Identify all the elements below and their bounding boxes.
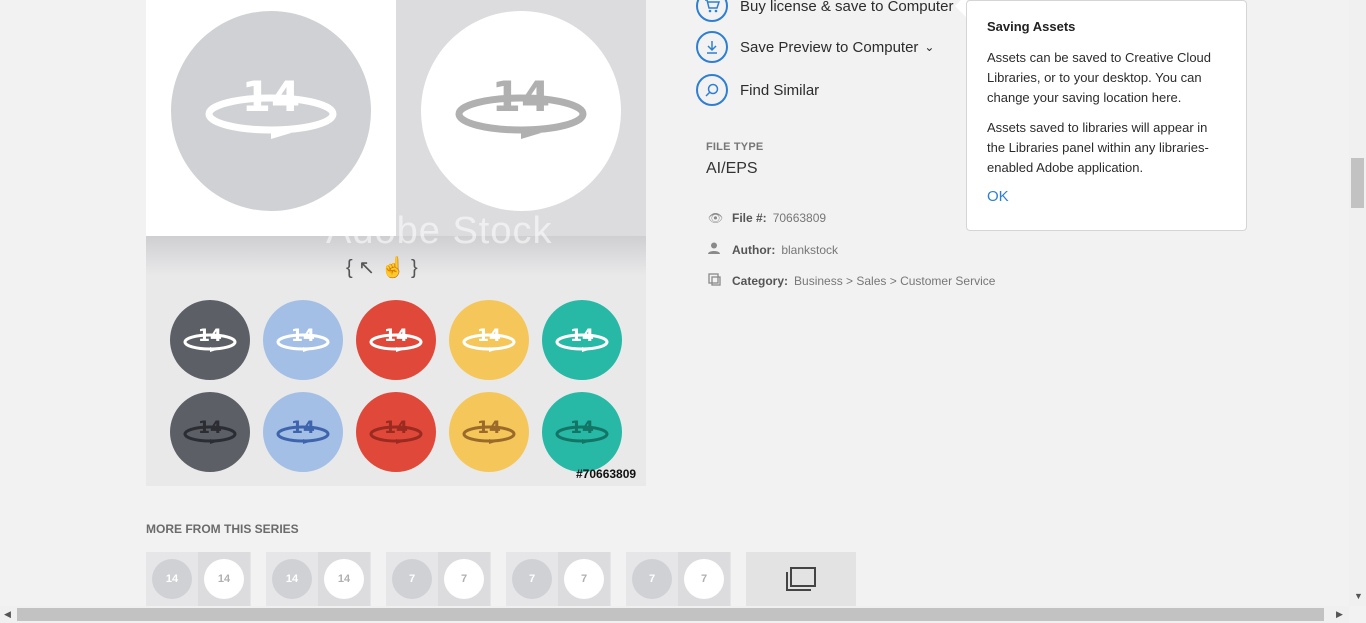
save-preview-button[interactable]: Save Preview to Computer ⌄	[696, 29, 934, 65]
category-label: Category:	[732, 274, 789, 288]
file-type-value: AI/EPS	[706, 160, 758, 177]
colored-icon-swatch: 14	[170, 392, 250, 472]
more-from-series-heading: MORE FROM THIS SERIES	[146, 522, 299, 536]
large-icon-grey: 14	[171, 11, 371, 211]
asset-preview-image[interactable]: 14 14 Adobe Stock { ↖ ☝ } 14 14 14 14 14 14 14…	[146, 0, 646, 486]
tooltip-ok-button[interactable]: OK	[987, 188, 1226, 205]
colored-icon-swatch: 14	[356, 392, 436, 472]
category-row: Category: Business > Sales > Customer Se…	[708, 273, 995, 289]
saving-assets-tooltip: Saving Assets Assets can be saved to Cre…	[966, 0, 1247, 231]
author-link[interactable]: blankstock	[781, 243, 838, 257]
file-number-value: 70663809	[772, 211, 827, 225]
scroll-down-arrow[interactable]: ▼	[1354, 591, 1363, 601]
chevron-down-icon: ⌄	[924, 40, 935, 54]
vertical-scrollbar[interactable]	[1349, 0, 1366, 606]
series-thumbnail[interactable]: 14 14	[266, 552, 371, 606]
colored-icon-swatch: 14	[263, 300, 343, 380]
adobe-stock-watermark: Adobe Stock	[326, 210, 553, 252]
large-icon-white: 14	[421, 11, 621, 211]
cart-icon	[696, 0, 728, 22]
series-thumbnail[interactable]: 77	[506, 552, 611, 606]
search-icon	[696, 74, 728, 106]
colored-icon-swatch: 14	[170, 300, 250, 380]
view-series-button[interactable]	[746, 552, 856, 606]
horizontal-scroll-thumb[interactable]	[17, 608, 1324, 621]
collection-icon	[786, 567, 816, 591]
buy-license-label: Buy license & save to Computer	[740, 0, 954, 15]
eye-icon: 👁	[708, 211, 724, 225]
save-preview-label: Save Preview to Computer	[740, 38, 919, 56]
colored-icon-swatch: 14	[542, 300, 622, 380]
download-icon	[696, 31, 728, 63]
tooltip-title: Saving Assets	[987, 19, 1076, 34]
series-thumbnail[interactable]: 77	[626, 552, 731, 606]
buy-license-button[interactable]: Buy license & save to Computer ⌄	[696, 0, 970, 24]
colored-icon-swatch: 14	[356, 300, 436, 380]
file-type-label: FILE TYPE	[706, 141, 764, 153]
file-number-label: File #:	[732, 211, 767, 225]
colored-icon-swatch: 14	[449, 392, 529, 472]
series-thumbnail[interactable]: 14 14	[146, 552, 251, 606]
colored-icon-swatch: 14	[449, 300, 529, 380]
preview-file-number: #70663809	[576, 467, 637, 481]
user-icon	[708, 242, 724, 257]
vertical-scroll-thumb[interactable]	[1351, 158, 1364, 208]
category-link[interactable]: Business > Sales > Customer Service	[794, 274, 995, 288]
find-similar-label: Find Similar	[740, 81, 820, 99]
cursor-hand-icon: { ↖ ☝ }	[346, 257, 418, 279]
category-icon	[708, 273, 724, 289]
scroll-left-arrow[interactable]: ◀	[4, 609, 11, 620]
find-similar-button[interactable]: Find Similar	[696, 72, 819, 108]
author-row: Author: blankstock	[708, 242, 838, 257]
scroll-right-arrow[interactable]: ▶	[1336, 609, 1343, 620]
tooltip-paragraph-1: Assets can be saved to Creative Cloud Li…	[987, 50, 1212, 105]
series-thumbnail[interactable]: 77	[386, 552, 491, 606]
author-label: Author:	[732, 242, 776, 257]
colored-icon-swatch: 14	[263, 392, 343, 472]
file-number-row: 👁 File #: 70663809	[708, 211, 826, 225]
tooltip-paragraph-2: Assets saved to libraries will appear in…	[987, 120, 1209, 175]
colored-icon-swatch: 14	[542, 392, 622, 472]
